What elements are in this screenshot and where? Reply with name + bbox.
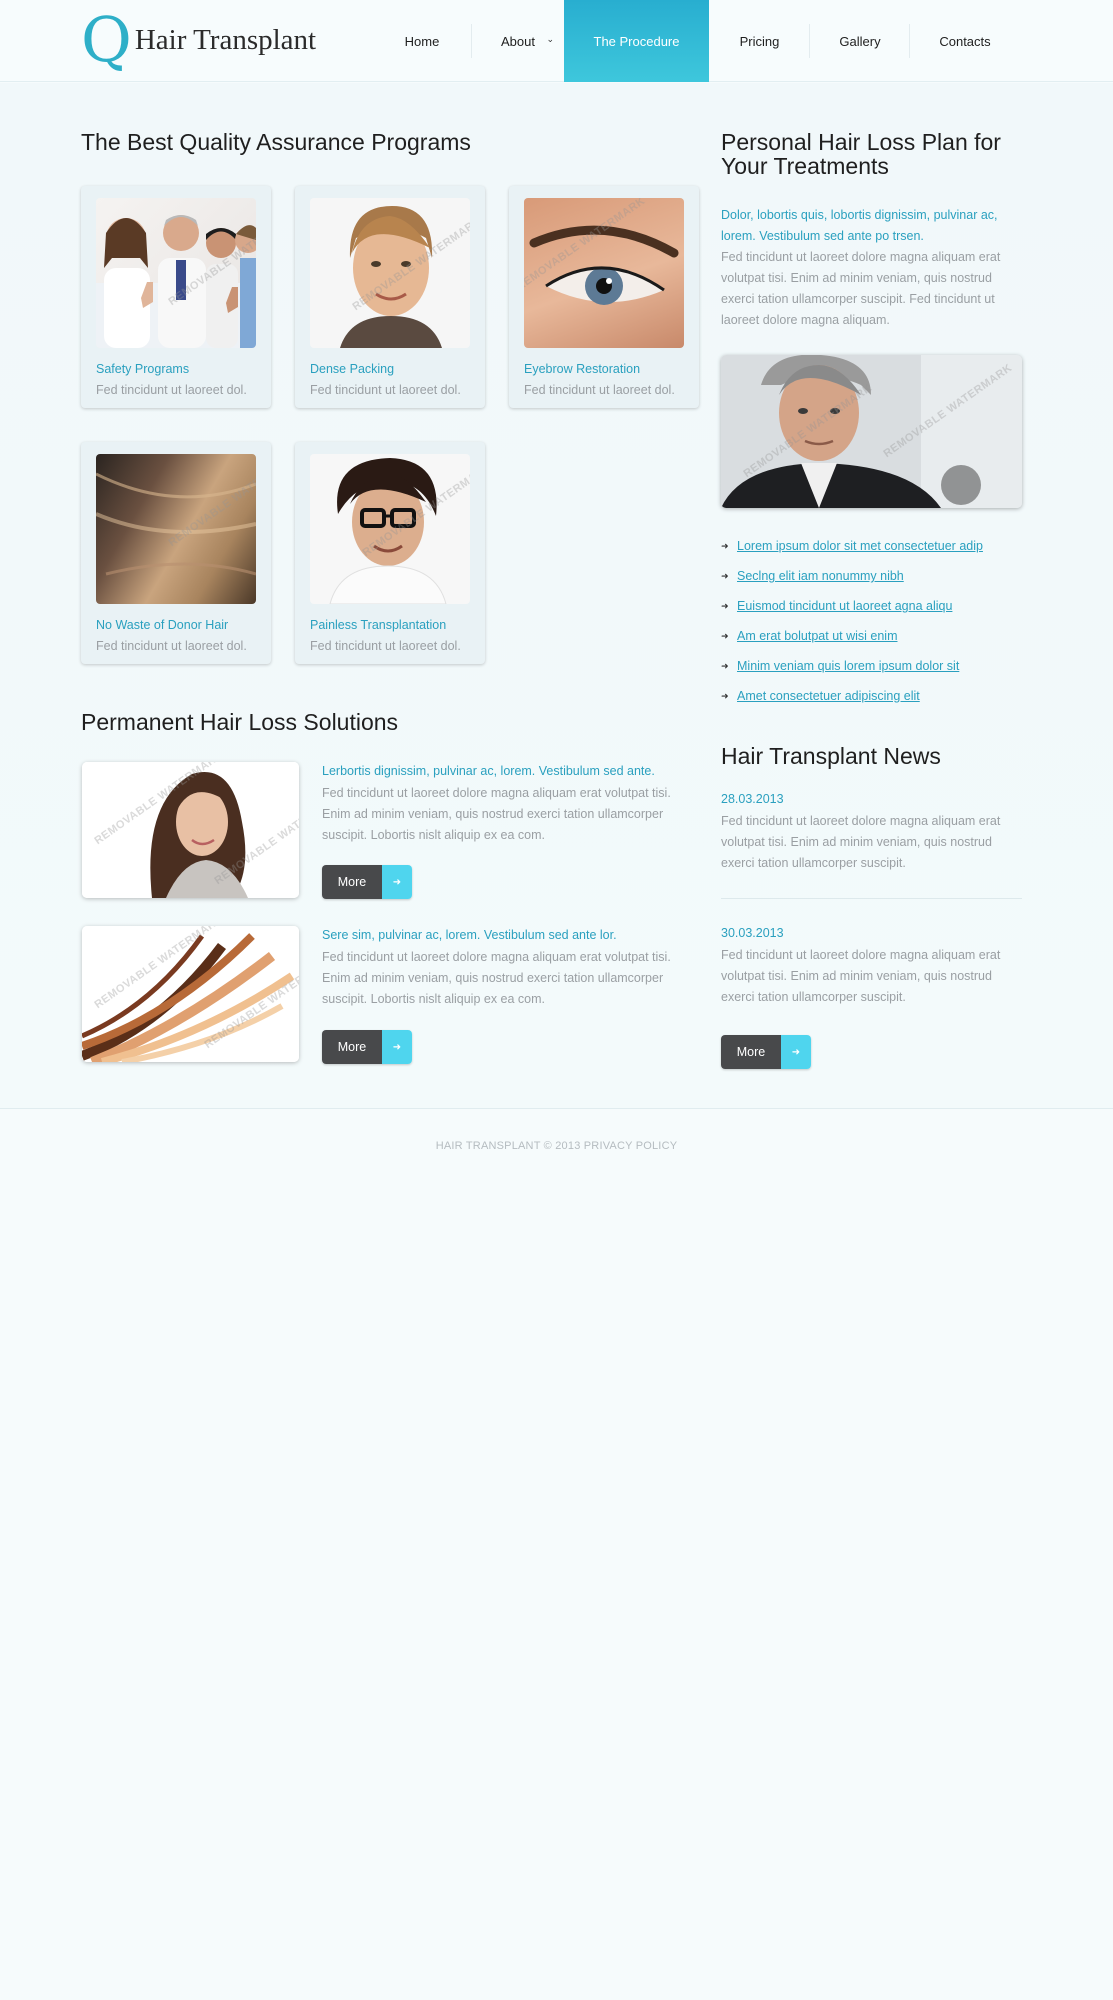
card-desc: Fed tincidunt ut laoreet dol. [310,639,461,653]
arrow-right-icon: ➜ [721,540,729,551]
arrow-right-icon: ➜ [781,1035,811,1069]
solution-image-hair[interactable]: REMOVABLE WATERMARK REMOVABLE WATERMARK [82,926,299,1062]
program-card-dense-packing[interactable]: REMOVABLE WATERMARK Dense Packing Fed ti… [295,186,485,408]
nav-contacts-label: Contacts [939,33,991,49]
news-text: Fed tincidunt ut laoreet dolore magna al… [721,948,1001,1004]
main-content: The Best Quality Assurance Programs REMO… [0,83,1113,1109]
plan-link[interactable]: Minim veniam quis lorem ipsum dolor sit [737,659,959,673]
news-date: 30.03.2013 [721,926,784,940]
plan-lead: Dolor, lobortis quis, lobortis dignissim… [721,208,998,243]
nav-gallery[interactable]: Gallery [810,0,910,82]
solution-image-woman[interactable]: REMOVABLE WATERMARK REMOVABLE WATERMARK [82,762,299,898]
logo[interactable]: Q Hair Transplant [81,3,317,76]
more-button-label: More [721,1035,781,1069]
arrow-right-icon: ➜ [382,865,412,899]
chevron-down-icon: ⌄ [546,34,554,44]
plan-link[interactable]: Euismod tincidunt ut laoreet agna aliqu [737,599,952,613]
list-item: ➜ Minim veniam quis lorem ipsum dolor sit [721,651,983,681]
nav-pricing-label: Pricing [739,33,780,49]
nav-gallery-label: Gallery [839,33,881,49]
list-item: ➜ Amet consectetuer adipiscing elit [721,681,983,711]
nav-contacts[interactable]: Contacts [910,0,1020,82]
plan-link[interactable]: Seclng elit iam nonummy nibh [737,569,904,583]
list-item: ➜ Am erat bolutpat ut wisi enim [721,621,983,651]
program-card-donor-hair[interactable]: REMOVABLE WATERMARK No Waste of Donor Ha… [81,442,271,664]
arrow-right-icon: ➜ [721,630,729,641]
card-title: Eyebrow Restoration [524,362,641,376]
nav-the-procedure[interactable]: The Procedure [564,0,709,82]
plan-heading: Personal Hair Loss Plan for Your Treatme… [721,129,1001,179]
card-desc: Fed tincidunt ut laoreet dol. [96,383,247,397]
solution-title: Sere sim, pulvinar ac, lorem. Vestibulum… [322,928,617,942]
news-text: Fed tincidunt ut laoreet dolore magna al… [721,814,1001,870]
footer-text[interactable]: HAIR TRANSPLANT © 2013 PRIVACY POLICY [0,1140,1113,1152]
nav-about-label: About [501,33,535,49]
nav-pricing[interactable]: Pricing [709,0,810,82]
nav-about[interactable]: About ⌄ [472,0,564,82]
logo-q-mark: Q [81,3,132,76]
program-card-safety[interactable]: REMOVABLE WATERMARK Safety Programs Fed … [81,186,271,408]
news-divider [721,898,1022,899]
arrow-right-icon: ➜ [721,690,729,701]
list-item: ➜ Euismod tincidunt ut laoreet agna aliqu [721,591,983,621]
card-title: Dense Packing [310,362,395,376]
more-button[interactable]: More ➜ [322,865,412,899]
plan-link[interactable]: Am erat bolutpat ut wisi enim [737,629,898,643]
nav-home[interactable]: Home [372,0,472,82]
news-heading: Hair Transplant News [721,743,941,769]
plan-links-list: ➜ Lorem ipsum dolor sit met consectetuer … [721,531,983,711]
solution-text: Fed tincidunt ut laoreet dolore magna al… [322,950,671,1006]
card-image-man-glasses: REMOVABLE WATERMARK [310,454,470,604]
card-image-eye: REMOVABLE WATERMARK [524,198,684,348]
list-item: ➜ Seclng elit iam nonummy nibh [721,561,983,591]
more-button[interactable]: More ➜ [322,1030,412,1064]
card-title: Safety Programs [96,362,190,376]
arrow-right-icon: ➜ [721,600,729,611]
card-title: No Waste of Donor Hair [96,618,229,632]
card-image-team: REMOVABLE WATERMARK [96,198,256,348]
news-more-button[interactable]: More ➜ [721,1035,811,1069]
arrow-right-icon: ➜ [721,570,729,581]
solution-text: Fed tincidunt ut laoreet dolore magna al… [322,786,671,842]
program-card-eyebrow[interactable]: REMOVABLE WATERMARK Eyebrow Restoration … [509,186,699,408]
list-item: ➜ Lorem ipsum dolor sit met consectetuer … [721,531,983,561]
main-nav: Home About ⌄ The Procedure Pricing Galle… [372,0,1020,82]
card-desc: Fed tincidunt ut laoreet dol. [310,383,461,397]
card-image-flowing-hair: REMOVABLE WATERMARK [96,454,256,604]
plan-image-man[interactable]: REMOVABLE WATERMARK REMOVABLE WATERMARK [721,355,1022,508]
card-title: Painless Transplantation [310,618,447,632]
plan-link[interactable]: Amet consectetuer adipiscing elit [737,689,920,703]
card-image-young-man: REMOVABLE WATERMARK [310,198,470,348]
program-card-painless[interactable]: REMOVABLE WATERMARK Painless Transplanta… [295,442,485,664]
nav-procedure-label: The Procedure [593,33,680,49]
nav-home-label: Home [404,33,440,49]
more-button-label: More [322,1030,382,1064]
logo-name: Hair Transplant [134,23,317,56]
arrow-right-icon: ➜ [721,660,729,671]
more-button-label: More [322,865,382,899]
quality-heading: The Best Quality Assurance Programs [81,129,471,155]
card-desc: Fed tincidunt ut laoreet dol. [96,639,247,653]
plan-link[interactable]: Lorem ipsum dolor sit met consectetuer a… [737,539,983,553]
site-header: Q Hair Transplant Home About ⌄ The Proce… [0,0,1113,82]
solutions-heading: Permanent Hair Loss Solutions [81,709,399,735]
card-desc: Fed tincidunt ut laoreet dol. [524,383,675,397]
arrow-right-icon: ➜ [382,1030,412,1064]
solution-title: Lerbortis dignissim, pulvinar ac, lorem.… [322,764,655,778]
news-date: 28.03.2013 [721,792,784,806]
plan-text: Fed tincidunt ut laoreet dolore magna al… [721,250,1001,327]
